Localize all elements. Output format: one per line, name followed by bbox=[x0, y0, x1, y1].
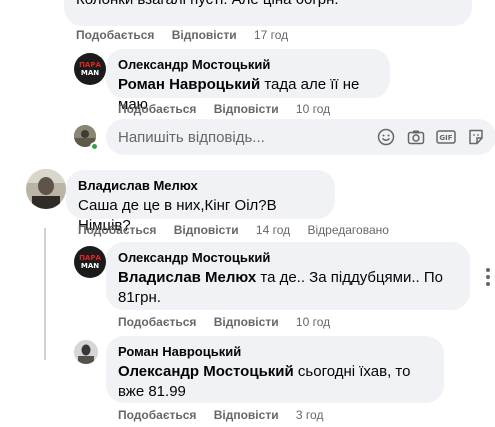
like-button[interactable]: Подобається bbox=[118, 315, 196, 329]
avatar-logo-top: ПАРА bbox=[79, 254, 101, 262]
user-photo-icon bbox=[26, 169, 66, 209]
emoji-icon[interactable] bbox=[376, 127, 396, 147]
mention-link[interactable]: Олександр Мостоцький bbox=[118, 363, 294, 380]
timestamp[interactable]: 3 год bbox=[296, 408, 324, 422]
timestamp[interactable]: 10 год bbox=[296, 315, 330, 329]
avatar[interactable] bbox=[26, 169, 66, 209]
reply-button[interactable]: Відповісти bbox=[174, 223, 239, 237]
comment-text: Владислав Мелюх та де.. За піддубцями.. … bbox=[118, 268, 458, 308]
mention-link[interactable]: Роман Навроцький bbox=[118, 76, 260, 93]
reply-button[interactable]: Відповісти bbox=[214, 315, 279, 329]
reply-button[interactable]: Відповісти bbox=[172, 28, 237, 42]
comment-bubble: Колонки взагалі пусті. Але ціна 60грн. bbox=[64, 0, 472, 26]
comment-actions: Подобається Відповісти 10 год bbox=[118, 314, 344, 330]
sticker-icon[interactable] bbox=[466, 127, 486, 147]
comment-author[interactable]: Роман Навроцький bbox=[118, 344, 432, 360]
camera-icon[interactable] bbox=[406, 127, 426, 147]
like-button[interactable]: Подобається bbox=[118, 408, 196, 422]
comment-text: Олександр Мостоцький сьогодні їхав, то в… bbox=[118, 362, 432, 402]
avatar[interactable]: ПАРА MAN bbox=[74, 246, 106, 278]
timestamp[interactable]: 14 год bbox=[256, 223, 290, 237]
avatar[interactable] bbox=[74, 340, 98, 364]
comment-actions: Подобається Відповісти 10 год bbox=[118, 101, 344, 117]
gif-icon[interactable]: GIF bbox=[436, 127, 456, 147]
more-options-icon[interactable] bbox=[486, 268, 490, 286]
reply-input[interactable]: Напишіть відповідь... GIF bbox=[106, 119, 495, 155]
user-photo-icon bbox=[74, 340, 98, 364]
like-button[interactable]: Подобається bbox=[118, 102, 196, 116]
edited-label: Відредаговано bbox=[307, 223, 389, 237]
comment-actions: Подобається Відповісти 3 год bbox=[118, 407, 337, 423]
online-status-icon bbox=[90, 142, 99, 151]
like-button[interactable]: Подобається bbox=[78, 223, 156, 237]
timestamp[interactable]: 17 год bbox=[254, 28, 288, 42]
svg-text:GIF: GIF bbox=[439, 134, 452, 142]
comment-text: Колонки взагалі пусті. Але ціна 60грн. bbox=[76, 0, 339, 10]
avatar-logo-bottom: MAN bbox=[80, 262, 100, 270]
like-button[interactable]: Подобається bbox=[76, 28, 154, 42]
comment-actions: Подобається Відповісти 17 год bbox=[76, 27, 302, 43]
timestamp[interactable]: 10 год bbox=[296, 102, 330, 116]
reply-button[interactable]: Відповісти bbox=[214, 102, 279, 116]
avatar-logo-bottom: MAN bbox=[80, 69, 100, 77]
avatar[interactable]: ПАРА MAN bbox=[74, 53, 106, 85]
comment-actions: Подобається Відповісти 14 год Відредагов… bbox=[78, 222, 389, 238]
reply-button[interactable]: Відповісти bbox=[214, 408, 279, 422]
comment-bubble: Олександр Мостоцький Владислав Мелюх та … bbox=[106, 242, 470, 310]
comment-author[interactable]: Владислав Мелюх bbox=[78, 178, 323, 194]
mention-link[interactable]: Владислав Мелюх bbox=[118, 269, 256, 286]
comment-author[interactable]: Олександр Мостоцький bbox=[118, 250, 458, 266]
comment-bubble: Олександр Мостоцький Роман Навроцький та… bbox=[106, 49, 390, 113]
comment-bubble: Роман Навроцький Олександр Мостоцький сь… bbox=[106, 336, 444, 403]
comment-bubble: Владислав Мелюх Саша де це в них,Кінг Оі… bbox=[66, 170, 335, 234]
avatar-logo-top: ПАРА bbox=[79, 61, 101, 69]
thread-line bbox=[44, 228, 46, 360]
comment-author[interactable]: Олександр Мостоцький bbox=[118, 57, 378, 73]
reply-input-placeholder: Напишіть відповідь... bbox=[118, 128, 265, 146]
